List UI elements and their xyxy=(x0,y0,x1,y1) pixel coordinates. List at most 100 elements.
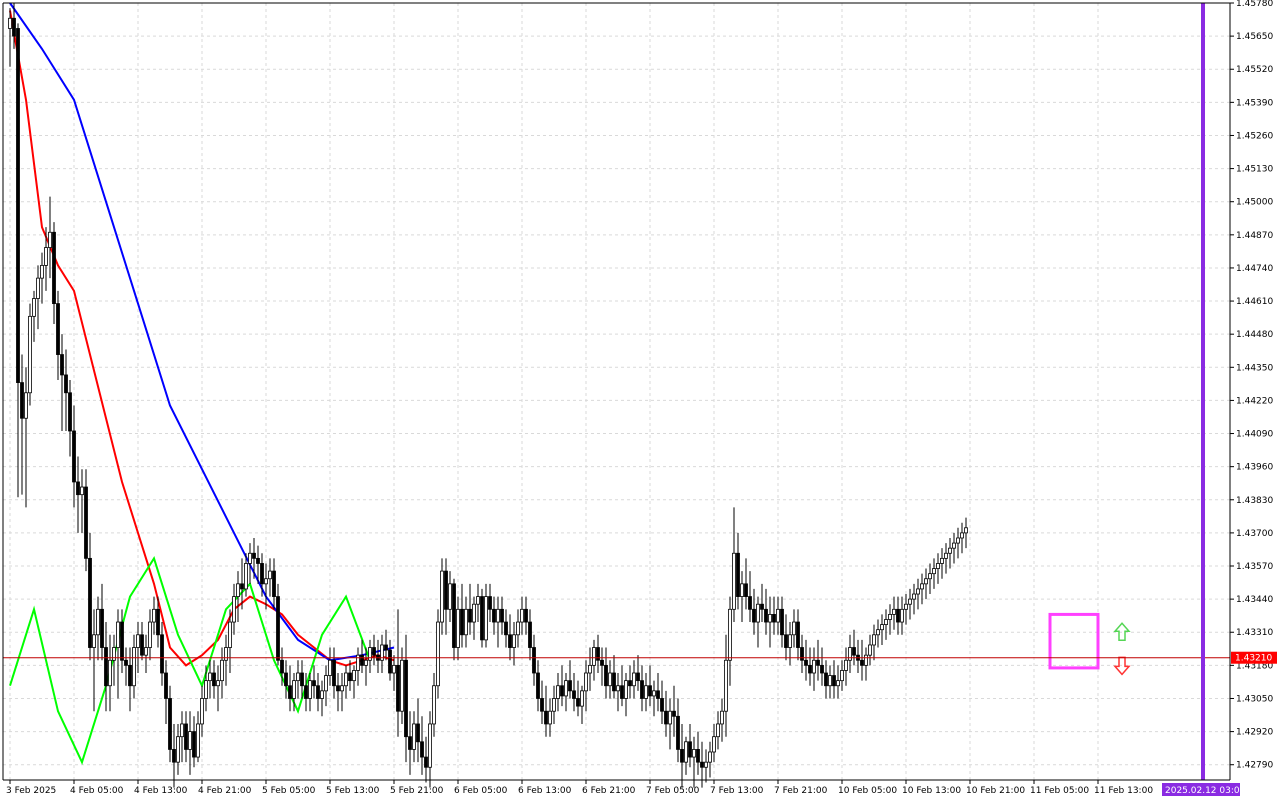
bull-candle xyxy=(8,17,12,29)
y-tick-label: 1.45520 xyxy=(1236,65,1273,75)
bull-candle xyxy=(136,634,140,648)
bull-candle xyxy=(196,723,200,758)
bull-candle xyxy=(580,690,584,707)
bull-candle xyxy=(964,527,968,534)
bear-candle xyxy=(524,608,528,623)
x-tick-label: 11 Feb 05:00 xyxy=(1030,786,1089,796)
x-tick-label: 10 Feb 05:00 xyxy=(838,786,897,796)
bear-candle xyxy=(824,672,828,687)
bull-candle xyxy=(144,647,148,656)
bear-candle xyxy=(372,647,376,656)
bear-candle xyxy=(744,583,748,597)
bull-candle xyxy=(788,634,792,648)
bull-candle xyxy=(464,608,468,636)
bear-candle xyxy=(544,710,548,725)
bear-candle xyxy=(700,761,704,768)
bear-candle xyxy=(12,17,16,37)
bull-candle xyxy=(216,680,220,687)
bear-candle xyxy=(420,741,424,758)
bear-candle xyxy=(276,596,280,661)
bear-candle xyxy=(360,654,364,666)
bear-candle xyxy=(60,354,64,376)
y-tick-label: 1.43050 xyxy=(1236,694,1273,704)
bear-candle xyxy=(748,596,752,610)
bear-candle xyxy=(656,690,660,699)
bear-candle xyxy=(760,603,764,610)
bear-candle xyxy=(160,634,164,674)
bear-candle xyxy=(648,685,652,697)
bull-candle xyxy=(892,608,896,615)
bull-candle xyxy=(516,621,520,636)
bull-candle xyxy=(740,583,744,597)
bear-candle xyxy=(784,634,788,648)
bear-candle xyxy=(128,664,132,687)
bear-candle xyxy=(780,608,784,636)
bear-candle xyxy=(20,382,24,419)
bear-candle xyxy=(500,608,504,623)
bear-candle xyxy=(736,552,740,597)
bear-candle xyxy=(852,647,856,656)
bear-candle xyxy=(600,659,604,666)
y-tick-label: 1.43570 xyxy=(1236,562,1273,572)
bear-candle xyxy=(164,672,168,699)
bull-candle xyxy=(724,659,728,712)
bear-candle xyxy=(536,672,540,699)
bull-candle xyxy=(440,570,444,623)
x-tick-label: 4 Feb 05:00 xyxy=(70,786,124,796)
bull-candle xyxy=(864,654,868,666)
bear-candle xyxy=(560,685,564,697)
bull-candle xyxy=(324,675,328,692)
y-tick-label: 1.43440 xyxy=(1236,595,1273,605)
bear-candle xyxy=(568,680,572,692)
bull-candle xyxy=(152,608,156,623)
bull-candle xyxy=(876,629,880,636)
bull-candle xyxy=(908,598,912,605)
bear-candle xyxy=(100,608,104,648)
bear-candle xyxy=(404,659,408,738)
bull-candle xyxy=(512,634,516,648)
bull-candle xyxy=(232,596,236,623)
bull-candle xyxy=(652,690,656,697)
bear-candle xyxy=(540,698,544,712)
bull-candle xyxy=(116,621,120,648)
x-tick-label: 7 Feb 13:00 xyxy=(710,786,764,796)
bear-candle xyxy=(52,231,56,305)
bull-candle xyxy=(848,647,852,661)
bear-candle xyxy=(120,621,124,661)
bull-candle xyxy=(624,680,628,699)
bear-candle xyxy=(676,715,680,750)
bear-candle xyxy=(532,647,536,674)
bear-candle xyxy=(640,680,644,699)
bear-candle xyxy=(576,698,580,707)
bull-candle xyxy=(632,672,636,687)
bull-candle xyxy=(496,608,500,623)
bull-candle xyxy=(828,675,832,687)
bull-candle xyxy=(944,552,948,559)
bear-candle xyxy=(832,675,836,687)
y-tick-label: 1.45000 xyxy=(1236,198,1273,208)
bear-candle xyxy=(76,481,80,496)
bull-candle xyxy=(708,751,712,763)
bull-candle xyxy=(924,578,928,585)
bull-candle xyxy=(932,568,936,575)
bear-candle xyxy=(64,374,68,394)
bull-candle xyxy=(960,532,964,539)
bear-candle xyxy=(696,749,700,763)
bull-candle xyxy=(320,690,324,699)
bear-candle xyxy=(288,685,292,699)
bull-candle xyxy=(428,723,432,768)
y-tick-label: 1.44870 xyxy=(1236,231,1273,241)
current-price-label: 1.43210 xyxy=(1235,654,1272,664)
bull-candle xyxy=(48,231,52,248)
bull-candle xyxy=(436,621,440,687)
bear-candle xyxy=(672,710,676,717)
bear-candle xyxy=(816,659,820,666)
bull-candle xyxy=(40,264,44,279)
bear-candle xyxy=(572,690,576,699)
bull-candle xyxy=(584,672,588,692)
bear-candle xyxy=(252,552,256,559)
bull-candle xyxy=(520,608,524,623)
bear-candle xyxy=(508,634,512,648)
bull-candle xyxy=(28,315,32,394)
bull-candle xyxy=(188,731,192,750)
